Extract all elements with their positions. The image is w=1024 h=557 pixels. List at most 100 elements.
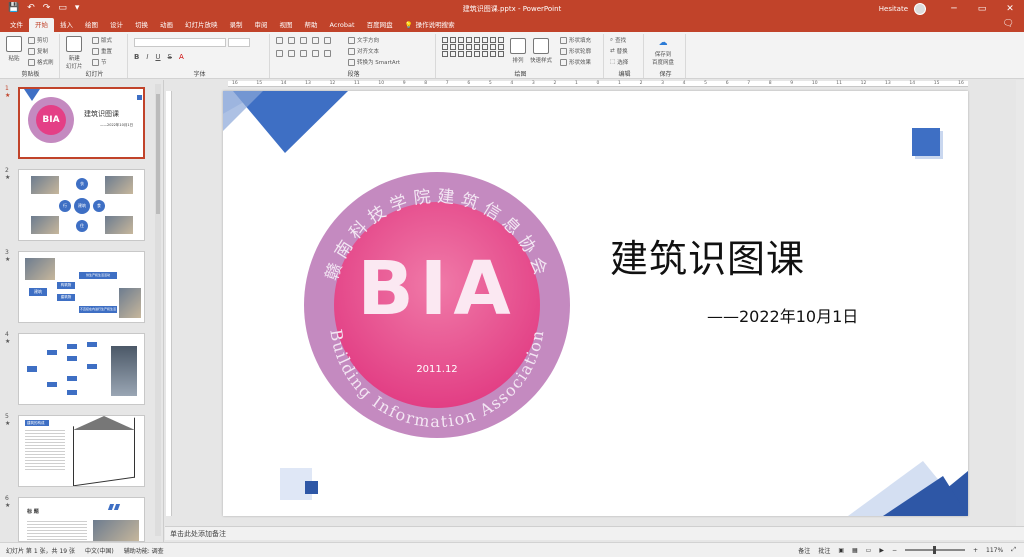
tab-slideshow[interactable]: 幻灯片放映 (179, 18, 224, 32)
slide-title[interactable]: 建筑识图课 (610, 228, 805, 283)
numbering-icon[interactable] (288, 37, 295, 44)
redo-icon[interactable]: ↷ (43, 4, 51, 13)
brush-icon (28, 58, 35, 66)
bia-logo: 赣南科技学院建筑信息协会 Building Information Associ… (304, 172, 570, 438)
tab-baidu[interactable]: 百度网盘 (361, 18, 399, 32)
tell-me-search[interactable]: 💡 操作说明搜索 (399, 18, 461, 32)
format-painter-button[interactable]: 格式刷 (28, 58, 54, 66)
arrange-button[interactable]: 排列 (510, 38, 526, 64)
fit-slide-icon[interactable]: ⤢ (1011, 546, 1016, 554)
shape-gallery[interactable] (442, 37, 505, 57)
thumbnail-slide-4[interactable] (18, 333, 145, 405)
font-name-box[interactable] (134, 38, 226, 47)
thumbnail-scroll-thumb[interactable] (156, 94, 160, 214)
tab-draw[interactable]: 绘图 (79, 18, 104, 32)
align-center-icon[interactable] (288, 50, 295, 57)
thumbnail-slide-6[interactable]: 标 题 (18, 497, 145, 542)
zoom-level[interactable]: 117% (986, 547, 1003, 554)
outline-icon (560, 47, 567, 55)
smartart-button[interactable]: 转换为 SmartArt (348, 58, 400, 66)
line-spacing-icon[interactable] (324, 37, 331, 44)
align-right-icon[interactable] (300, 50, 307, 57)
copy-button[interactable]: 复制 (28, 47, 48, 55)
language-status[interactable]: 中文(中国) (85, 546, 114, 555)
reading-view-icon[interactable]: ▭ (866, 547, 872, 554)
italic-icon[interactable]: I (146, 53, 148, 61)
tab-insert[interactable]: 插入 (54, 18, 79, 32)
slide-canvas[interactable]: 赣南科技学院建筑信息协会 Building Information Associ… (223, 91, 968, 516)
thumbnail-scrollbar[interactable] (155, 84, 161, 536)
layout-button[interactable]: 版式 (92, 36, 112, 44)
normal-view-icon[interactable]: ▣ (838, 547, 844, 554)
editor-scrollbar[interactable] (1016, 80, 1024, 526)
new-slide-button[interactable]: 新建 幻灯片 (66, 36, 83, 70)
shape-fill-button[interactable]: 形状填充 (560, 36, 591, 44)
slideshow-view-icon[interactable]: ▶ (879, 547, 884, 554)
maximize-button[interactable]: ▭ (968, 0, 996, 17)
thumb-number-3: 3 ★ (5, 249, 11, 263)
paste-button[interactable]: 粘贴 (6, 36, 22, 62)
ruler-tick: 0 (596, 81, 600, 86)
tab-transitions[interactable]: 切换 (129, 18, 154, 32)
tab-design[interactable]: 设计 (104, 18, 129, 32)
tab-help[interactable]: 帮助 (299, 18, 324, 32)
accessibility-status[interactable]: 辅助功能: 调查 (124, 546, 164, 555)
outdent-icon[interactable] (312, 37, 319, 44)
tab-acrobat[interactable]: Acrobat (324, 18, 361, 32)
replace-button[interactable]: ⇄ 替换 (610, 47, 628, 55)
notes-pane[interactable]: 单击此处添加备注 (165, 526, 1024, 540)
thumbnail-slide-1[interactable]: BIA 建筑识图课 ——2022年10月1日 (18, 87, 145, 159)
shape-outline-button[interactable]: 形状轮廓 (560, 47, 591, 55)
tab-animations[interactable]: 动画 (154, 18, 179, 32)
justify-icon[interactable] (312, 50, 319, 57)
thumbnail-slide-2[interactable]: 建筑 衣 食 住 行 (18, 169, 145, 241)
present-icon[interactable]: ▭ (58, 4, 67, 13)
paste-icon (6, 36, 22, 52)
shape-effects-button[interactable]: 形状效果 (560, 58, 591, 66)
tab-file[interactable]: 文件 (4, 18, 29, 32)
user-name[interactable]: Hesitate (879, 5, 908, 13)
avatar[interactable] (914, 2, 926, 15)
tab-record[interactable]: 录制 (224, 18, 249, 32)
reset-button[interactable]: 重置 (92, 47, 112, 55)
save-baidu-button[interactable]: ☁ 保存到 百度网盘 (652, 38, 674, 66)
zoom-slider-thumb[interactable] (933, 546, 936, 554)
section-button[interactable]: 节 (92, 58, 107, 66)
zoom-slider[interactable] (905, 546, 965, 554)
close-button[interactable]: ✕ (996, 0, 1024, 17)
indent-icon[interactable] (300, 37, 307, 44)
save-icon[interactable]: 💾 (8, 4, 19, 13)
customize-qat-icon[interactable]: ▾ (75, 4, 80, 13)
ruler-tick: 1 (618, 81, 621, 86)
columns-icon[interactable] (324, 50, 331, 57)
text-direction-button[interactable]: 文字方向 (348, 36, 379, 44)
drawing-label: 绘图 (514, 71, 527, 78)
slide-date[interactable]: ——2022年10月1日 (707, 303, 858, 327)
find-button[interactable]: ⌕ 查找 (610, 36, 626, 45)
notes-button[interactable]: 备注 (798, 546, 810, 555)
tab-home[interactable]: 开始 (29, 18, 54, 32)
zoom-out-button[interactable]: − (892, 547, 897, 554)
cut-button[interactable]: 剪切 (28, 36, 48, 44)
select-button[interactable]: ⬚ 选择 (610, 58, 628, 66)
undo-icon[interactable]: ↶ (27, 4, 35, 13)
strike-icon[interactable]: S (168, 53, 172, 61)
thumbnail-slide-3[interactable]: 建筑 构筑物 建筑物 供生产和生活活动 不直接在内进行生产和生活 (18, 251, 145, 323)
underline-icon[interactable]: U (155, 53, 160, 61)
ruler-tick: 13 (885, 81, 891, 86)
tab-review[interactable]: 审阅 (249, 18, 274, 32)
align-text-button[interactable]: 对齐文本 (348, 47, 379, 55)
zoom-in-button[interactable]: + (973, 547, 978, 554)
font-color-icon[interactable]: A (179, 53, 184, 61)
quick-styles-button[interactable]: 快速样式 (530, 38, 552, 64)
sorter-view-icon[interactable]: ▦ (852, 547, 858, 554)
bullets-icon[interactable] (276, 37, 283, 44)
tab-view[interactable]: 视图 (274, 18, 299, 32)
minimize-button[interactable]: ─ (940, 0, 968, 17)
bold-icon[interactable]: B (134, 53, 139, 61)
comments-button[interactable]: 批注 (818, 546, 830, 555)
thumbnail-slide-5[interactable]: 建筑的构成 (18, 415, 145, 487)
comments-icon[interactable]: 🗨 (1003, 19, 1014, 29)
font-size-box[interactable] (228, 38, 250, 47)
align-left-icon[interactable] (276, 50, 283, 57)
